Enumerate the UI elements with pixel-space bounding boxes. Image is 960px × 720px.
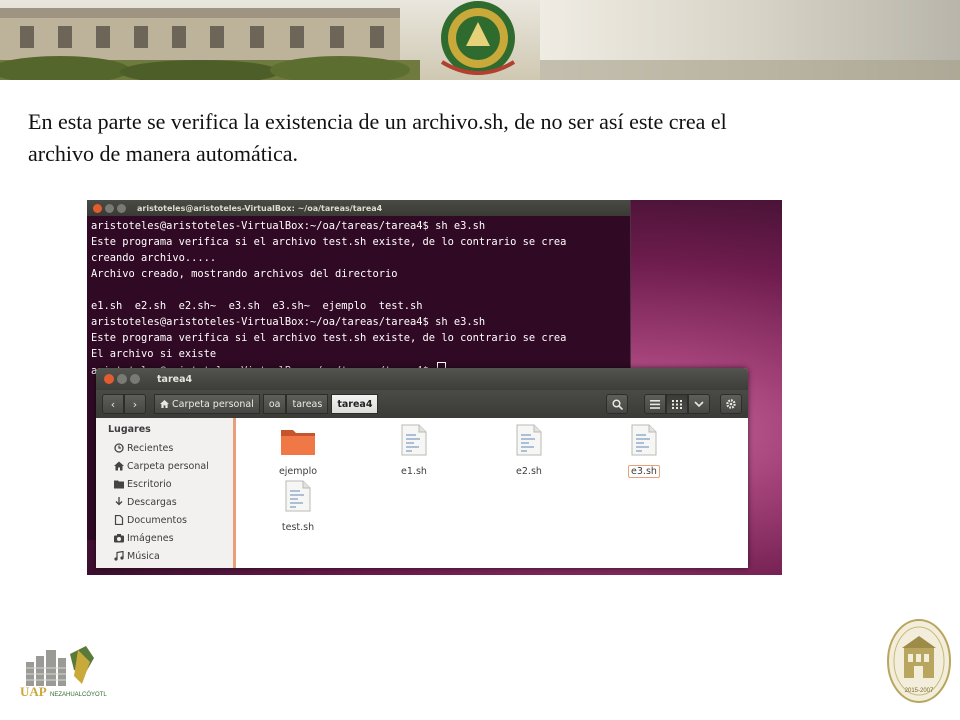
seal-logo-text: 2015-2007 (905, 688, 934, 694)
camera-icon (114, 534, 124, 543)
terminal-line: creando archivo..... (91, 252, 217, 264)
back-button[interactable]: ‹ (102, 394, 124, 414)
maximize-window-icon[interactable] (117, 203, 126, 213)
university-emblem (440, 1, 516, 75)
minimize-window-icon[interactable] (117, 374, 127, 384)
terminal-line: Archivo creado, mostrando archivos del d… (91, 268, 398, 280)
sidebar-item-carpeta-personal[interactable]: Carpeta personal (96, 457, 233, 475)
file-grid: ejemplo e1.sh e2.sh e3.sh test.sh (236, 418, 748, 568)
slide-paragraph: En esta parte se verifica la existencia … (28, 106, 928, 170)
script-file-icon (516, 424, 542, 456)
grid-view-button[interactable] (666, 394, 688, 414)
breadcrumb-tarea4[interactable]: tarea4 (331, 394, 379, 414)
gear-icon (726, 399, 736, 409)
breadcrumb-home[interactable]: Carpeta personal (154, 394, 260, 414)
file-name: e2.sh (516, 466, 542, 477)
sidebar-item-label: Imágenes (127, 532, 174, 544)
terminal-titlebar: aristoteles@aristoteles-VirtualBox: ~/oa… (87, 200, 630, 216)
folder-icon (281, 430, 315, 455)
terminal-line: El archivo si existe (91, 348, 217, 360)
list-view-button[interactable] (644, 394, 666, 414)
script-file-icon (631, 424, 657, 456)
slide-text-line-1: En esta parte se verifica la existencia … (28, 109, 727, 134)
terminal-line: aristoteles@aristoteles-VirtualBox:~/oa/… (91, 316, 486, 328)
music-icon (114, 551, 124, 561)
document-icon (114, 515, 124, 525)
forward-button[interactable]: › (124, 394, 146, 414)
breadcrumb-label: Carpeta personal (172, 398, 254, 410)
sidebar-item-imagenes[interactable]: Imágenes (96, 529, 233, 547)
minimize-window-icon[interactable] (105, 203, 114, 213)
sidebar-item-descargas[interactable]: Descargas (96, 493, 233, 511)
sidebar-heading: Lugares (108, 424, 151, 435)
uap-logo: UAP NEZAHUALCÓYOTL (20, 646, 107, 699)
breadcrumb: Carpeta personal oa tareas tarea4 (154, 394, 379, 414)
history-buttons: ‹ › (102, 394, 146, 414)
download-icon (115, 497, 123, 506)
script-file-icon (401, 424, 427, 456)
file-name: ejemplo (278, 466, 318, 477)
places-sidebar: Lugares Recientes Carpeta personal Escri… (96, 418, 236, 568)
file-manager-title: tarea4 (157, 373, 193, 385)
sidebar-item-label: Música (127, 550, 160, 562)
uap-logo-subtext: NEZAHUALCÓYOTL (50, 691, 107, 698)
file-manager-titlebar: tarea4 (96, 368, 748, 390)
chevron-down-icon (694, 400, 704, 407)
list-icon (650, 399, 660, 409)
breadcrumb-oa[interactable]: oa (262, 394, 287, 414)
uap-logo-text: UAP (20, 684, 47, 699)
sidebar-item-label: Carpeta personal (127, 460, 209, 472)
file-manager-toolbar: ‹ › Carpeta personal oa tareas tarea4 (96, 390, 748, 418)
maximize-window-icon[interactable] (130, 374, 140, 384)
file-manager-window: tarea4 ‹ › Carpeta personal oa tareas ta… (96, 368, 748, 568)
slide-text-line-2: archivo de manera automática. (28, 141, 298, 166)
sidebar-item-musica[interactable]: Música (96, 547, 233, 565)
view-options-button[interactable] (688, 394, 710, 414)
settings-button[interactable] (720, 394, 742, 414)
sidebar-item-documentos[interactable]: Documentos (96, 511, 233, 529)
grid-icon (672, 399, 682, 409)
header-banner (0, 0, 960, 80)
file-item-e2[interactable]: e2.sh (489, 424, 569, 479)
terminal-line: aristoteles@aristoteles-VirtualBox:~/oa/… (91, 220, 486, 232)
sidebar-item-recientes[interactable]: Recientes (96, 439, 233, 457)
file-item-e3[interactable]: e3.sh (604, 424, 684, 479)
file-item-ejemplo[interactable]: ejemplo (258, 426, 338, 479)
sidebar-item-label: Recientes (127, 442, 174, 454)
script-file-icon (285, 480, 311, 512)
sidebar-item-label: Descargas (127, 496, 177, 508)
sidebar-item-label: Documentos (127, 514, 187, 526)
sidebar-item-label: Escritorio (127, 478, 172, 490)
breadcrumb-tareas[interactable]: tareas (286, 394, 329, 414)
terminal-line: e1.sh e2.sh e2.sh~ e3.sh e3.sh~ ejemplo … (91, 300, 423, 312)
building-photo-banner (0, 0, 960, 80)
clock-icon (114, 443, 124, 453)
terminal-title: aristoteles@aristoteles-VirtualBox: ~/oa… (137, 203, 383, 213)
close-window-icon[interactable] (104, 374, 114, 384)
desktop-screenshot: aristoteles@aristoteles-VirtualBox: ~/oa… (87, 200, 782, 575)
search-button[interactable] (606, 394, 628, 414)
file-item-test[interactable]: test.sh (258, 480, 338, 535)
search-icon (611, 398, 623, 410)
close-window-icon[interactable] (93, 203, 102, 213)
file-name-selected: e3.sh (628, 465, 660, 478)
home-icon (160, 400, 169, 408)
file-name: test.sh (281, 522, 315, 533)
file-item-e1[interactable]: e1.sh (374, 424, 454, 479)
home-icon (114, 461, 124, 471)
folder-icon (114, 480, 124, 489)
terminal-line: Este programa verifica si el archivo tes… (91, 332, 567, 344)
file-manager-body: Lugares Recientes Carpeta personal Escri… (96, 418, 748, 568)
terminal-output[interactable]: aristoteles@aristoteles-VirtualBox:~/oa/… (87, 216, 630, 378)
view-buttons (644, 394, 710, 414)
anniversary-seal-logo: 2015-2007 (887, 619, 951, 703)
sidebar-item-escritorio[interactable]: Escritorio (96, 475, 233, 493)
terminal-line: Este programa verifica si el archivo tes… (91, 236, 567, 248)
file-name: e1.sh (401, 466, 427, 477)
